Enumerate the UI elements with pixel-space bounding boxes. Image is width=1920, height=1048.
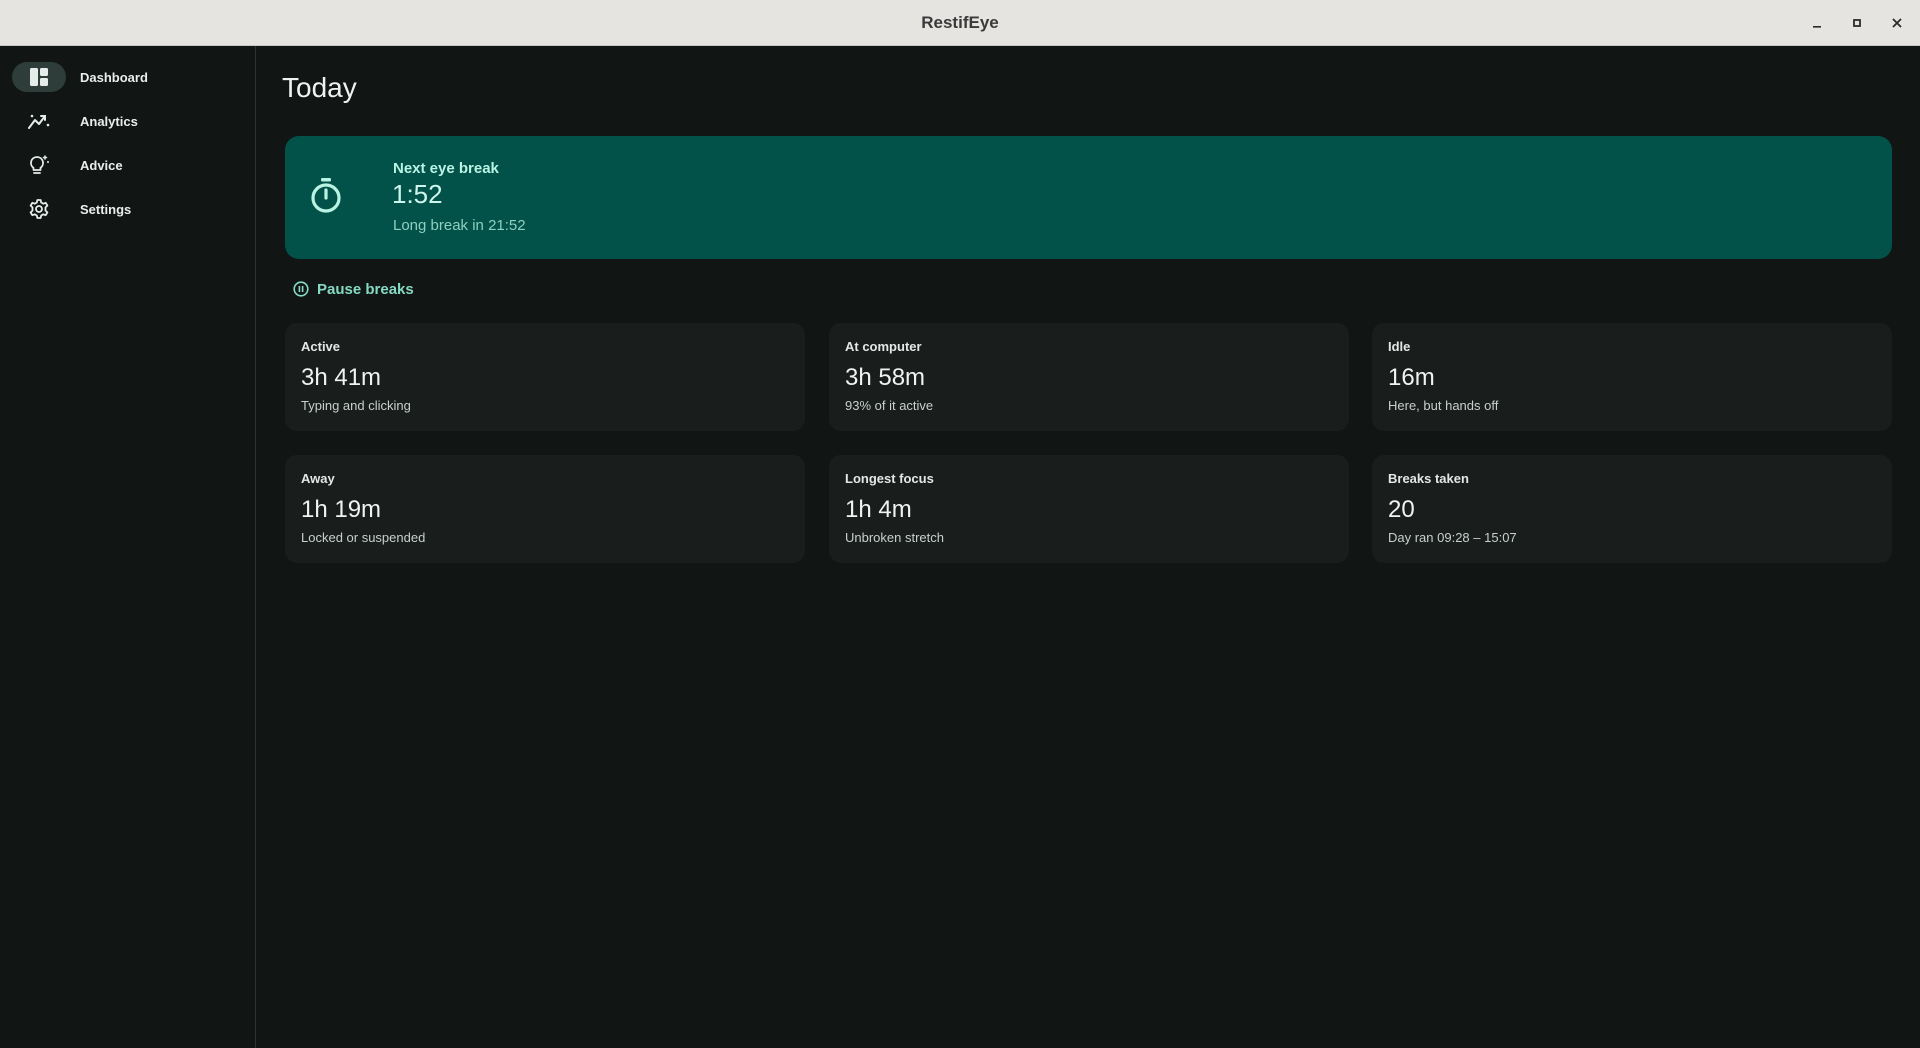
stat-card-idle: Idle 16m Here, but hands off — [1372, 323, 1892, 431]
stat-subtitle: Unbroken stretch — [845, 530, 944, 545]
timer-icon — [309, 176, 343, 221]
sidebar-item-label: Advice — [80, 157, 123, 173]
maximize-icon — [1853, 19, 1861, 27]
long-break-countdown: Long break in 21:52 — [393, 217, 526, 234]
stat-card-active: Active 3h 41m Typing and clicking — [285, 323, 805, 431]
main-content: Today Next eye break 1:52 Long break in … — [257, 46, 1920, 1048]
stat-subtitle: Here, but hands off — [1388, 398, 1499, 413]
minimize-icon — [1813, 26, 1821, 28]
stat-subtitle: Typing and clicking — [301, 398, 411, 413]
maximize-button[interactable] — [1837, 0, 1877, 46]
sidebar-item-settings[interactable]: Settings — [12, 192, 242, 226]
window-title: RestifEye — [921, 12, 999, 32]
sidebar-item-analytics[interactable]: Analytics — [12, 104, 242, 138]
minimize-button[interactable] — [1797, 0, 1837, 46]
stat-value: 3h 58m — [845, 364, 926, 391]
stat-value: 1h 4m — [845, 496, 912, 523]
next-break-banner: Next eye break 1:52 Long break in 21:52 — [285, 136, 1892, 259]
stat-label: At computer — [845, 339, 922, 354]
stat-label: Away — [301, 471, 335, 486]
title-bar: RestifEye — [0, 0, 1920, 46]
stat-value: 16m — [1388, 364, 1435, 391]
next-break-countdown: 1:52 — [392, 179, 443, 209]
close-button[interactable] — [1877, 0, 1917, 46]
sidebar-item-dashboard[interactable]: Dashboard — [12, 60, 242, 94]
stat-subtitle: 93% of it active — [845, 398, 934, 413]
analytics-icon — [12, 106, 66, 136]
sidebar: Dashboard Analytics Advice Settings — [0, 46, 256, 1048]
dashboard-icon — [12, 62, 66, 92]
stat-label: Longest focus — [845, 471, 934, 486]
stat-card-breaks-taken: Breaks taken 20 Day ran 09:28 – 15:07 — [1372, 455, 1892, 563]
sidebar-item-label: Analytics — [80, 113, 138, 129]
sidebar-item-label: Settings — [80, 201, 132, 217]
stat-card-at-computer: At computer 3h 58m 93% of it active — [829, 323, 1349, 431]
gear-icon — [12, 194, 66, 224]
stat-subtitle: Day ran 09:28 – 15:07 — [1388, 530, 1517, 545]
stat-card-away: Away 1h 19m Locked or suspended — [285, 455, 805, 563]
sidebar-item-advice[interactable]: Advice — [12, 148, 242, 182]
next-break-label: Next eye break — [393, 160, 499, 177]
close-icon — [1892, 18, 1902, 28]
page-title: Today — [282, 72, 357, 103]
stat-value: 20 — [1388, 496, 1415, 523]
pause-breaks-button[interactable]: Pause breaks — [293, 276, 414, 302]
lightbulb-icon — [12, 150, 66, 180]
stat-subtitle: Locked or suspended — [301, 530, 426, 545]
stat-label: Breaks taken — [1388, 471, 1469, 486]
stat-value: 1h 19m — [301, 496, 382, 523]
stat-label: Active — [301, 339, 341, 354]
stat-card-longest-focus: Longest focus 1h 4m Unbroken stretch — [829, 455, 1349, 563]
stat-label: Idle — [1388, 339, 1411, 354]
stat-value: 3h 41m — [301, 364, 382, 391]
sidebar-item-label: Dashboard — [80, 69, 148, 85]
pause-breaks-label: Pause breaks — [317, 280, 414, 298]
pause-icon — [293, 281, 309, 297]
